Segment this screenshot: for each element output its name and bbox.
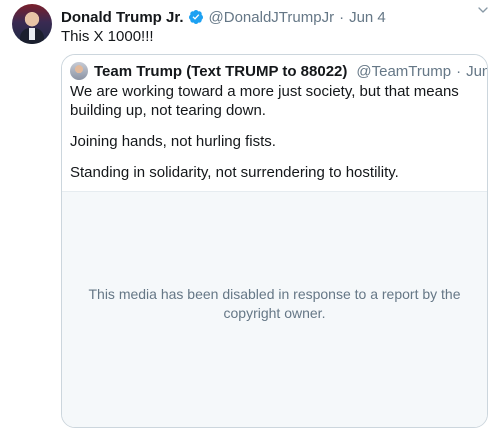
quoted-paragraph: Joining hands, not hurling fists. (70, 133, 276, 150)
author-name[interactable]: Donald Trump Jr. (61, 9, 184, 26)
avatar-shirt (29, 28, 35, 40)
quoted-tweet-date: Jun 4 (466, 62, 488, 80)
quoted-tweet-content: Team Trump (Text TRUMP to 88022) @TeamTr… (62, 55, 487, 191)
separator-dot: · (456, 62, 462, 80)
tweet[interactable]: Donald Trump Jr. @DonaldJTrumpJr · Jun 4… (0, 0, 499, 437)
quoted-author-avatar (70, 62, 88, 80)
tweet-header: Donald Trump Jr. @DonaldJTrumpJr · Jun 4 (61, 6, 491, 28)
quoted-tweet-header: Team Trump (Text TRUMP to 88022) @TeamTr… (94, 61, 487, 81)
quoted-paragraph: We are working toward a more just societ… (70, 83, 459, 119)
tweet-date[interactable]: Jun 4 (349, 9, 386, 26)
author-handle[interactable]: @DonaldJTrumpJr (209, 9, 335, 26)
verified-badge-icon (188, 10, 203, 24)
author-avatar[interactable] (12, 4, 52, 44)
separator-dot: · (339, 8, 345, 26)
tweet-text: This X 1000!!! (61, 28, 154, 45)
media-disabled-message: This media has been disabled in response… (88, 286, 461, 321)
quoted-paragraph: Standing in solidarity, not surrendering… (70, 164, 399, 181)
quoted-tweet[interactable]: Team Trump (Text TRUMP to 88022) @TeamTr… (61, 54, 488, 428)
quoted-tweet-body: We are working toward a more just societ… (70, 82, 477, 194)
disabled-media: This media has been disabled in response… (62, 191, 487, 427)
quoted-author-name: Team Trump (Text TRUMP to 88022) (94, 62, 348, 80)
quoted-author-handle: @TeamTrump (356, 62, 452, 80)
chevron-down-icon[interactable] (475, 2, 491, 18)
